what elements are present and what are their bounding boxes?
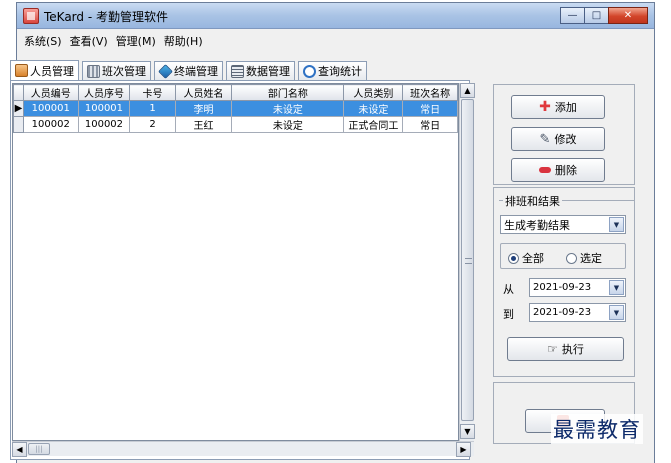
- data-icon: [231, 64, 244, 78]
- horizontal-scrollbar[interactable]: ◀ ||| ▶: [12, 441, 474, 457]
- tab-query-label: 查询统计: [318, 65, 362, 78]
- cell-type[interactable]: 未设定: [343, 100, 404, 117]
- row-marker: ▶: [13, 100, 24, 117]
- person-icon: [15, 64, 28, 77]
- add-button-label: 添加: [554, 101, 577, 114]
- tab-strip: 人员管理 班次管理 终端管理 数据管理 查询统计: [10, 60, 370, 80]
- scroll-left-icon[interactable]: ◀: [12, 442, 27, 457]
- to-date-value: 2021-09-23: [533, 307, 592, 318]
- col-header-type[interactable]: 人员类别: [343, 84, 404, 101]
- window-controls: — □ ✕: [560, 7, 648, 25]
- shift-calendar-icon: [87, 64, 100, 78]
- col-header-seq[interactable]: 人员序号: [77, 84, 131, 101]
- delete-icon: [539, 167, 551, 173]
- calendar-dropdown-icon[interactable]: ▼: [609, 280, 624, 295]
- tab-data-label: 数据管理: [246, 65, 290, 78]
- result-mode-select[interactable]: 生成考勤结果 ▼: [500, 215, 626, 234]
- menu-bar: 系统(S) 查看(V) 管理(M) 帮助(H): [17, 30, 654, 52]
- menu-help[interactable]: 帮助(H): [161, 31, 208, 51]
- cell-seq[interactable]: 100001: [77, 100, 131, 117]
- tab-query[interactable]: 查询统计: [298, 61, 367, 80]
- cell-card[interactable]: 1: [129, 100, 176, 117]
- tab-terminal-label: 终端管理: [174, 65, 218, 78]
- calendar-dropdown-icon[interactable]: ▼: [609, 305, 624, 320]
- tab-personnel[interactable]: 人员管理: [10, 60, 79, 80]
- from-label: 从: [503, 283, 514, 296]
- cell-name[interactable]: 李明: [174, 100, 233, 117]
- cell-shift[interactable]: 常日: [402, 116, 458, 133]
- tab-data[interactable]: 数据管理: [226, 61, 295, 80]
- edit-button[interactable]: ✎ 修改: [511, 127, 605, 151]
- radio-selected-label: 选定: [580, 252, 602, 265]
- edit-button-label: 修改: [554, 133, 577, 146]
- chevron-down-icon[interactable]: ▼: [609, 217, 624, 232]
- cell-name[interactable]: 王红: [174, 116, 233, 133]
- add-icon: ✚: [539, 99, 551, 115]
- table-header-row: 人员编号 人员序号 卡号 人员姓名 部门名称 人员类别 班次名称: [13, 84, 458, 101]
- col-header-card[interactable]: 卡号: [129, 84, 176, 101]
- schedule-group-title: 排班和结果: [503, 193, 562, 209]
- to-date-picker[interactable]: 2021-09-23 ▼: [529, 303, 626, 322]
- menu-view[interactable]: 查看(V): [67, 31, 113, 51]
- tab-shift-label: 班次管理: [102, 65, 146, 78]
- cell-seq[interactable]: 100002: [77, 116, 131, 133]
- radio-all[interactable]: 全部: [508, 250, 544, 266]
- row-marker: [13, 116, 24, 133]
- col-header-id[interactable]: 人员编号: [22, 84, 79, 101]
- execute-button-label: 执行: [561, 343, 584, 356]
- app-logo-icon: [23, 8, 39, 24]
- horizontal-scroll-thumb[interactable]: |||: [28, 443, 50, 455]
- menu-manage[interactable]: 管理(M): [113, 31, 161, 51]
- terminal-icon: [158, 63, 173, 79]
- cell-dept[interactable]: 未设定: [231, 116, 345, 133]
- table-row[interactable]: 100002 100002 2 王红 未设定 正式合同工 常日: [13, 116, 458, 133]
- menu-system[interactable]: 系统(S): [21, 31, 67, 51]
- radio-selected-dot[interactable]: [566, 252, 577, 264]
- radio-all-dot[interactable]: [508, 252, 519, 264]
- from-date-value: 2021-09-23: [533, 282, 592, 293]
- col-header-dept[interactable]: 部门名称: [231, 84, 345, 101]
- cell-type[interactable]: 正式合同工: [343, 116, 404, 133]
- radio-selected[interactable]: 选定: [566, 250, 602, 266]
- vertical-scrollbar[interactable]: ▲ ▼: [459, 83, 475, 441]
- to-label: 到: [503, 308, 514, 321]
- execute-button[interactable]: ☞ 执行: [507, 337, 624, 361]
- from-date-picker[interactable]: 2021-09-23 ▼: [529, 278, 626, 297]
- col-header-name[interactable]: 人员姓名: [174, 84, 233, 101]
- title-bar[interactable]: TeKard - 考勤管理软件 — □ ✕: [17, 3, 654, 29]
- header-corner: [13, 84, 24, 101]
- radio-all-label: 全部: [522, 252, 544, 265]
- scroll-down-icon[interactable]: ▼: [460, 424, 475, 439]
- tab-shift[interactable]: 班次管理: [82, 61, 151, 80]
- result-mode-value: 生成考勤结果: [504, 218, 570, 232]
- query-icon: [303, 64, 316, 78]
- grip-icon: [465, 258, 472, 264]
- tab-terminal[interactable]: 终端管理: [154, 61, 223, 80]
- cell-id[interactable]: 100002: [22, 116, 79, 133]
- table-row[interactable]: ▶ 100001 100001 1 李明 未设定 未设定 常日: [13, 100, 458, 117]
- cell-id[interactable]: 100001: [22, 100, 79, 117]
- personnel-table: 人员编号 人员序号 卡号 人员姓名 部门名称 人员类别 班次名称 ▶ 10000…: [13, 84, 458, 133]
- minimize-button[interactable]: —: [560, 7, 585, 24]
- cell-shift[interactable]: 常日: [402, 100, 458, 117]
- scroll-up-icon[interactable]: ▲: [460, 83, 475, 98]
- cell-card[interactable]: 2: [129, 116, 176, 133]
- scroll-right-icon[interactable]: ▶: [456, 442, 471, 457]
- scope-radio-group: 全部 选定: [500, 243, 626, 269]
- close-button[interactable]: ✕: [608, 7, 648, 24]
- personnel-grid[interactable]: 人员编号 人员序号 卡号 人员姓名 部门名称 人员类别 班次名称 ▶ 10000…: [12, 83, 459, 441]
- watermark-text: 最需教育: [551, 414, 643, 444]
- delete-button-label: 删除: [555, 164, 577, 177]
- pointing-hand-icon: ☞: [547, 342, 558, 356]
- cell-dept[interactable]: 未设定: [231, 100, 345, 117]
- add-button[interactable]: ✚ 添加: [511, 95, 605, 119]
- vertical-scroll-thumb[interactable]: [461, 99, 474, 421]
- delete-button[interactable]: 删除: [511, 158, 605, 182]
- edit-icon: ✎: [539, 131, 551, 147]
- col-header-shift[interactable]: 班次名称: [402, 84, 458, 101]
- tab-personnel-label: 人员管理: [30, 64, 74, 78]
- maximize-button[interactable]: □: [584, 7, 609, 24]
- window-title: TeKard - 考勤管理软件: [44, 10, 168, 24]
